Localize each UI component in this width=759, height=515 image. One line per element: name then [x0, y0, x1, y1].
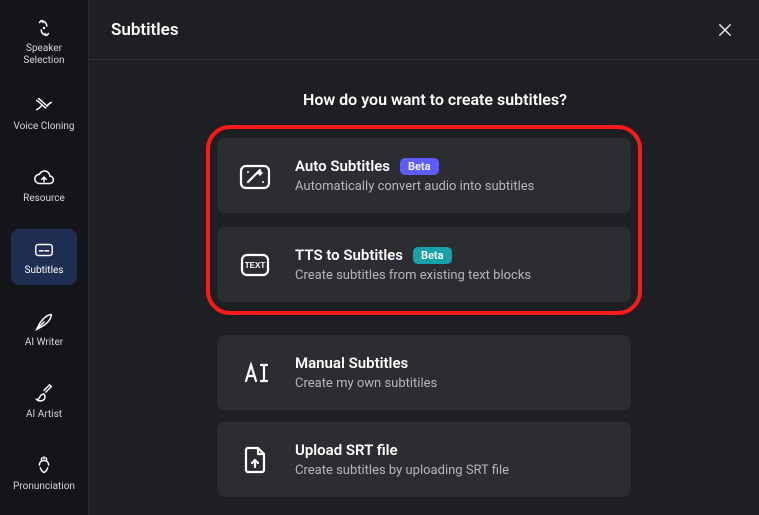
option-body: Upload SRT file Create subtitles by uplo…	[295, 441, 509, 478]
option-body: TTS to Subtitles Beta Create subtitles f…	[295, 246, 531, 283]
panel-title: Subtitles	[111, 20, 179, 40]
highlight-box: Auto Subtitles Beta Automatically conver…	[206, 125, 642, 315]
option-manual-subtitles[interactable]: Manual Subtitles Create my own subtitile…	[217, 335, 631, 410]
speaker-selection-icon	[33, 17, 55, 39]
sidebar-item-label: Resource	[23, 193, 65, 205]
option-desc: Create my own subtitiles	[295, 376, 437, 391]
feather-icon	[33, 311, 55, 333]
main-panel: Subtitles How do you want to create subt…	[88, 0, 759, 515]
beta-badge: Beta	[413, 247, 452, 264]
sidebar-item-label: Speaker Selection	[23, 43, 64, 67]
file-upload-icon	[237, 442, 273, 478]
option-title-row: Upload SRT file	[295, 441, 509, 459]
option-title-row: Auto Subtitles Beta	[295, 157, 534, 175]
question-text: How do you want to create subtitles?	[303, 90, 567, 109]
text-cursor-icon	[237, 355, 273, 391]
sidebar-item-label: AI Writer	[25, 337, 63, 349]
option-auto-subtitles[interactable]: Auto Subtitles Beta Automatically conver…	[217, 138, 631, 213]
text-block-icon: TEXT	[237, 247, 273, 283]
option-desc: Create subtitles by uploading SRT file	[295, 463, 509, 478]
sidebar-item-ai-writer[interactable]: AI Writer	[11, 301, 77, 357]
option-upload-srt[interactable]: Upload SRT file Create subtitles by uplo…	[217, 422, 631, 497]
sidebar-item-ai-artist[interactable]: AI Artist	[11, 373, 77, 429]
sidebar: Speaker Selection Voice Cloning Resource	[0, 0, 88, 515]
sidebar-item-label: Voice Cloning	[13, 121, 74, 133]
option-body: Manual Subtitles Create my own subtitile…	[295, 354, 437, 391]
close-button[interactable]	[711, 16, 739, 44]
option-title: Upload SRT file	[295, 441, 398, 459]
panel-header: Subtitles	[89, 0, 759, 60]
option-title: Auto Subtitles	[295, 157, 390, 175]
option-desc: Create subtitles from existing text bloc…	[295, 268, 531, 283]
option-title: Manual Subtitles	[295, 354, 408, 372]
voice-cloning-icon	[33, 95, 55, 117]
brush-icon	[33, 383, 55, 405]
option-title-row: Manual Subtitles	[295, 354, 437, 372]
sidebar-item-pronunciation[interactable]: Pronunciation	[11, 445, 77, 501]
sidebar-item-voice-cloning[interactable]: Voice Cloning	[11, 85, 77, 141]
magic-wand-icon	[237, 158, 273, 194]
sidebar-item-resource[interactable]: Resource	[11, 157, 77, 213]
option-desc: Automatically convert audio into subtitl…	[295, 179, 534, 194]
pronunciation-icon	[33, 455, 55, 477]
sidebar-item-label: Subtitles	[25, 265, 64, 277]
option-body: Auto Subtitles Beta Automatically conver…	[295, 157, 534, 194]
sidebar-item-label: AI Artist	[26, 409, 62, 421]
cloud-upload-icon	[33, 167, 55, 189]
beta-badge: Beta	[400, 158, 439, 175]
option-tts-to-subtitles[interactable]: TEXT TTS to Subtitles Beta Create subtit…	[217, 227, 631, 302]
subtitles-icon	[33, 239, 55, 261]
sidebar-item-speaker-selection[interactable]: Speaker Selection	[11, 13, 77, 69]
panel-content: How do you want to create subtitles?	[89, 60, 759, 515]
sidebar-item-label: Pronunciation	[13, 481, 75, 493]
option-title: TTS to Subtitles	[295, 246, 403, 264]
option-title-row: TTS to Subtitles Beta	[295, 246, 531, 264]
close-icon	[716, 21, 734, 39]
svg-text:TEXT: TEXT	[245, 261, 266, 270]
sidebar-item-subtitles[interactable]: Subtitles	[11, 229, 77, 285]
